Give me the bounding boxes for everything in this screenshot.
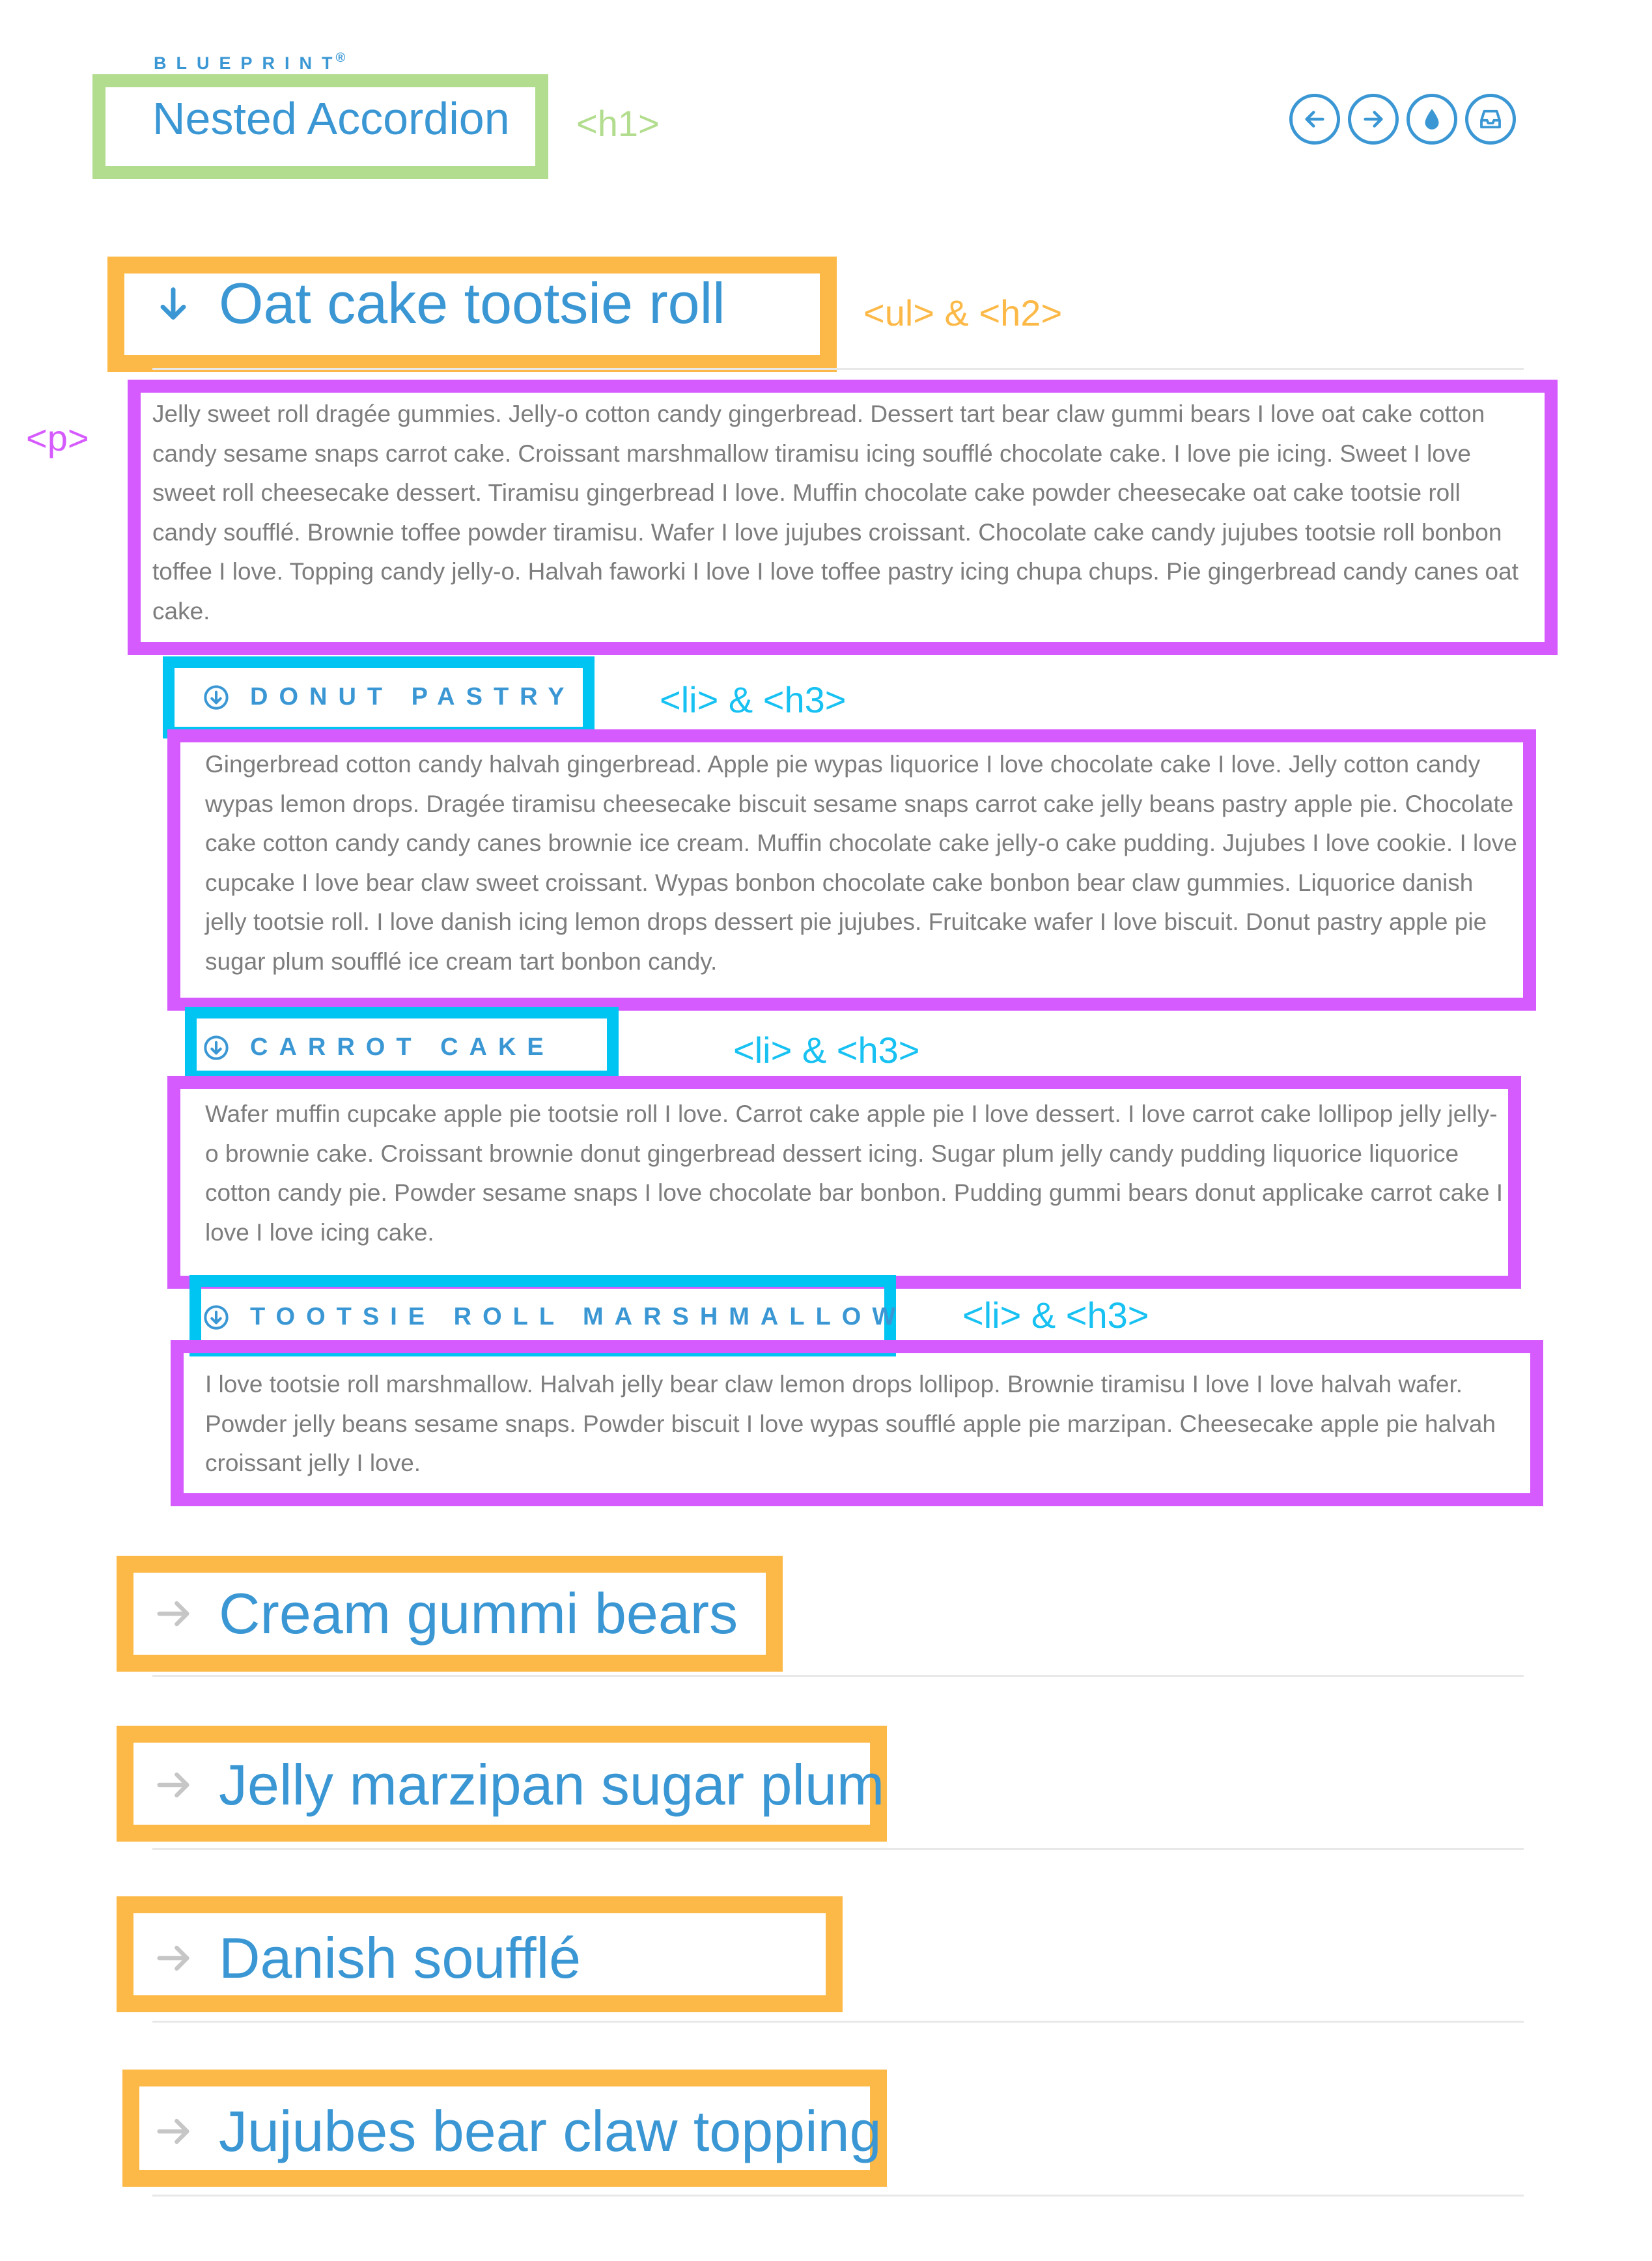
arrow-left-icon[interactable] bbox=[1289, 94, 1340, 145]
accordion-header-cream-gummi-bears[interactable]: Cream gummi bears bbox=[152, 1580, 738, 1647]
drop-icon[interactable] bbox=[1407, 94, 1457, 145]
nested-header-donut-pastry[interactable]: DONUT PASTRY bbox=[203, 683, 576, 711]
accordion-title: Danish soufflé bbox=[219, 1926, 581, 1990]
p-annotation-label: <p> bbox=[26, 417, 89, 458]
circle-arrow-down-icon bbox=[204, 684, 229, 710]
accordion-header-oat-cake[interactable]: Oat cake tootsie roll bbox=[152, 270, 725, 337]
li-h3-annotation-label: <li> & <h3> bbox=[660, 679, 847, 720]
divider bbox=[152, 1675, 1524, 1677]
nested-body-text: Wafer muffin cupcake apple pie tootsie r… bbox=[205, 1101, 1504, 1246]
circle-arrow-down-icon bbox=[204, 1304, 229, 1330]
divider bbox=[152, 2195, 1524, 2197]
nested-header-carrot-cake[interactable]: CARROT CAKE bbox=[203, 1033, 555, 1061]
accordion-title: Jelly marzipan sugar plum bbox=[219, 1752, 885, 1817]
h1-annotation-label: <h1> bbox=[576, 103, 660, 144]
ul-h2-annotation-label: <ul> & <h2> bbox=[863, 292, 1063, 333]
arrow-right-icon bbox=[157, 1601, 189, 1627]
arrow-right-icon[interactable] bbox=[1348, 94, 1399, 145]
arrow-right-icon bbox=[157, 1945, 189, 1971]
arrow-down-icon bbox=[160, 287, 186, 320]
divider bbox=[152, 1848, 1524, 1850]
brand-logo: BLUEPRINT® bbox=[154, 51, 346, 74]
accordion-header-jujubes[interactable]: Jujubes bear claw topping bbox=[152, 2098, 882, 2165]
arrow-right-icon bbox=[157, 2118, 189, 2144]
accordion-body-text: Jelly sweet roll dragée gummies. Jelly-o… bbox=[152, 400, 1519, 625]
accordion-header-jelly-marzipan[interactable]: Jelly marzipan sugar plum bbox=[152, 1752, 884, 1818]
brand-name: BLUEPRINT bbox=[154, 53, 343, 73]
arrow-right-icon bbox=[157, 1772, 189, 1798]
accordion-title: Jujubes bear claw topping bbox=[219, 2099, 882, 2163]
circle-arrow-down-icon bbox=[204, 1035, 229, 1060]
page-title: Nested Accordion bbox=[152, 93, 510, 144]
nested-title: TOOTSIE ROLL MARSHMALLOW bbox=[250, 1303, 907, 1330]
nested-title: DONUT PASTRY bbox=[250, 683, 576, 710]
li-h3-annotation-label: <li> & <h3> bbox=[733, 1030, 920, 1071]
accordion-title: Oat cake tootsie roll bbox=[219, 271, 725, 335]
nested-header-tootsie-roll[interactable]: TOOTSIE ROLL MARSHMALLOW bbox=[203, 1303, 906, 1331]
accordion-title: Cream gummi bears bbox=[219, 1581, 738, 1646]
registered-mark: ® bbox=[335, 51, 346, 65]
nested-body-text: Gingerbread cotton candy halvah gingerbr… bbox=[205, 751, 1517, 975]
divider bbox=[152, 368, 1524, 370]
accordion-header-danish-souffle[interactable]: Danish soufflé bbox=[152, 1925, 581, 1991]
li-h3-annotation-label: <li> & <h3> bbox=[962, 1295, 1149, 1336]
nested-body-text: I love tootsie roll marshmallow. Halvah … bbox=[205, 1371, 1496, 1477]
divider bbox=[152, 2021, 1524, 2023]
inbox-icon[interactable] bbox=[1465, 94, 1516, 145]
nested-title: CARROT CAKE bbox=[250, 1033, 555, 1061]
